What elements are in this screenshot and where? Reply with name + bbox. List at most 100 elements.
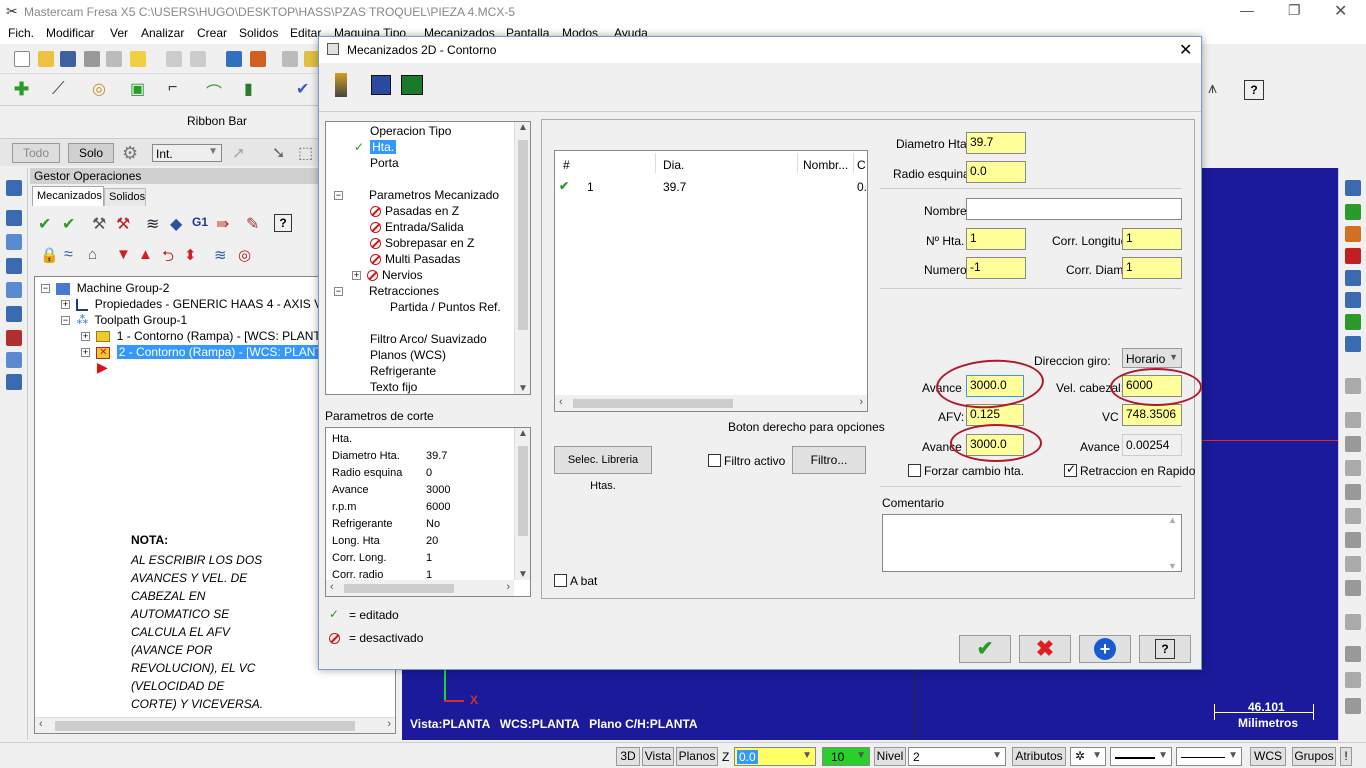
- dialog-close-button[interactable]: ✕: [1179, 40, 1192, 60]
- save-icon[interactable]: [60, 51, 76, 67]
- nav-porta[interactable]: Porta: [370, 156, 399, 170]
- expand-icon[interactable]: +: [61, 300, 70, 310]
- padlock-icon[interactable]: ⌂: [88, 246, 97, 263]
- params-hscroll[interactable]: ‹ ›: [326, 580, 514, 596]
- nivel-combo[interactable]: 2 ▼: [908, 747, 1006, 766]
- nav-entrada-salida[interactable]: Entrada/Salida: [370, 220, 464, 234]
- minimize-button[interactable]: —: [1240, 2, 1254, 18]
- rtool-icon-2[interactable]: [1345, 204, 1361, 220]
- rtool-icon-5[interactable]: [1345, 270, 1361, 286]
- tab-mecanizados[interactable]: Mecanizados: [32, 186, 104, 206]
- nav-texto-fijo[interactable]: Texto fijo: [370, 380, 417, 394]
- nav-pasadas-z[interactable]: Pasadas en Z: [370, 204, 459, 218]
- menu-editar[interactable]: Editar: [290, 26, 321, 40]
- insert-both-icon[interactable]: ⬍: [184, 246, 197, 264]
- diametro-input[interactable]: 39.7: [966, 132, 1026, 154]
- post-icon[interactable]: ⇛: [216, 214, 229, 234]
- zoom-icon[interactable]: [226, 51, 242, 67]
- ok-button[interactable]: ✔: [959, 635, 1011, 663]
- menu-analizar[interactable]: Analizar: [141, 26, 184, 40]
- forzar-checkbox[interactable]: [908, 464, 921, 477]
- nav-sobrepasar[interactable]: Sobrepasar en Z: [370, 236, 474, 250]
- help-button[interactable]: ?: [1139, 635, 1191, 663]
- status-vista-button[interactable]: Vista: [642, 747, 674, 766]
- redo-icon[interactable]: [190, 51, 206, 67]
- rtool-icon-10[interactable]: [1345, 412, 1361, 428]
- nav-filtro-arco[interactable]: Filtro Arco/ Suavizado: [370, 332, 487, 346]
- vtool-icon-4[interactable]: [6, 258, 22, 274]
- wcs-button[interactable]: WCS: [1250, 747, 1286, 766]
- nav-retracciones[interactable]: − Retracciones: [334, 284, 439, 298]
- todo-button[interactable]: Todo: [12, 143, 60, 163]
- regen-ops-icon[interactable]: ⚒: [92, 214, 106, 234]
- atributos-button[interactable]: Atributos: [1012, 747, 1066, 766]
- line-style-combo[interactable]: ▼: [1110, 747, 1172, 766]
- corr-diam-input[interactable]: 1: [1122, 257, 1182, 279]
- restore-button[interactable]: ❐: [1288, 2, 1301, 19]
- select-all-ops-icon[interactable]: ✔: [38, 214, 51, 234]
- rtool-icon-1[interactable]: [1345, 180, 1361, 196]
- wheel-icon[interactable]: ⚙: [122, 143, 138, 164]
- rtool-icon-19[interactable]: [1345, 646, 1361, 662]
- print-icon[interactable]: [84, 51, 100, 67]
- comentario-vscroll[interactable]: ▲ ▼: [1165, 515, 1181, 571]
- move-down-icon[interactable]: ▼: [116, 246, 131, 263]
- tripod-icon[interactable]: ⩚: [1208, 80, 1217, 98]
- vtool-icon-6[interactable]: [6, 306, 22, 322]
- point-icon[interactable]: ✚: [14, 79, 29, 100]
- expand-icon[interactable]: +: [352, 271, 361, 281]
- new-file-icon[interactable]: [14, 51, 30, 67]
- vc-input[interactable]: 748.3506: [1122, 404, 1182, 426]
- direccion-select[interactable]: Horario ▼: [1122, 348, 1182, 368]
- menu-crear[interactable]: Crear: [197, 26, 227, 40]
- circle-icon[interactable]: ◎: [92, 79, 106, 99]
- a-bat-checkbox[interactable]: [554, 574, 567, 587]
- tool-list-hscroll[interactable]: ‹ ›: [555, 395, 867, 411]
- tree-op-2[interactable]: + ✕ 2 - Contorno (Rampa) - [WCS: PLANTA]…: [81, 345, 343, 359]
- expand-icon[interactable]: +: [81, 348, 90, 358]
- help-icon[interactable]: ?: [1244, 80, 1264, 100]
- zoom-window-icon[interactable]: [282, 51, 298, 67]
- solo-button[interactable]: Solo: [68, 143, 114, 163]
- nhta-input[interactable]: 1: [966, 228, 1026, 250]
- rtool-icon-20[interactable]: [1345, 672, 1361, 688]
- nivel-button[interactable]: Nivel: [874, 747, 906, 766]
- ops-help-icon[interactable]: ?: [274, 214, 292, 232]
- save-green-icon[interactable]: [401, 75, 423, 95]
- pointer-icon[interactable]: ➚: [232, 143, 245, 163]
- filter-active-checkbox[interactable]: [708, 454, 721, 467]
- rtool-icon-12[interactable]: [1345, 460, 1361, 476]
- collapse-icon[interactable]: −: [334, 287, 343, 297]
- print-preview-icon[interactable]: [106, 51, 122, 67]
- nav-parametros[interactable]: − Parametros Mecanizado: [334, 188, 499, 202]
- z-value-combo[interactable]: 0.0 ▼: [734, 747, 816, 766]
- grupos-button[interactable]: Grupos: [1292, 747, 1336, 766]
- fillet-icon[interactable]: ⌐: [168, 79, 177, 97]
- nav-partida[interactable]: Partida / Puntos Ref.: [390, 300, 501, 314]
- solid-icon[interactable]: ▮: [244, 79, 253, 99]
- line-icon[interactable]: ⟋: [52, 78, 65, 99]
- close-app-button[interactable]: ✕: [1334, 1, 1347, 21]
- menu-solidos[interactable]: Solidos: [239, 26, 278, 40]
- rtool-icon-21[interactable]: [1345, 698, 1361, 714]
- open-file-icon[interactable]: [38, 51, 54, 67]
- menu-fich[interactable]: Fich.: [8, 26, 34, 40]
- rtool-icon-14[interactable]: [1345, 508, 1361, 524]
- vtool-icon-1[interactable]: [6, 180, 22, 196]
- target-icon[interactable]: [250, 51, 266, 67]
- rtool-icon-6[interactable]: [1345, 292, 1361, 308]
- rtool-icon-7[interactable]: [1345, 314, 1361, 330]
- info-button[interactable]: !: [1340, 747, 1352, 766]
- status-planos-button[interactable]: Planos: [676, 747, 718, 766]
- move-up-icon[interactable]: ▲: [138, 246, 153, 263]
- retraccion-checkbox[interactable]: ✓: [1064, 462, 1077, 477]
- tab-solidos[interactable]: Solidos: [104, 188, 146, 206]
- tool-row[interactable]: ✔ 1 39.7 0.: [555, 179, 867, 197]
- corr-long-input[interactable]: 1: [1122, 228, 1182, 250]
- rtool-icon-11[interactable]: [1345, 436, 1361, 452]
- select-library-button[interactable]: Selec. Libreria Htas.: [554, 446, 652, 492]
- spline-icon[interactable]: ⌒: [206, 79, 222, 103]
- vtool-icon-9[interactable]: [6, 374, 22, 390]
- rtool-icon-15[interactable]: [1345, 532, 1361, 548]
- vtool-icon-2[interactable]: [6, 210, 22, 226]
